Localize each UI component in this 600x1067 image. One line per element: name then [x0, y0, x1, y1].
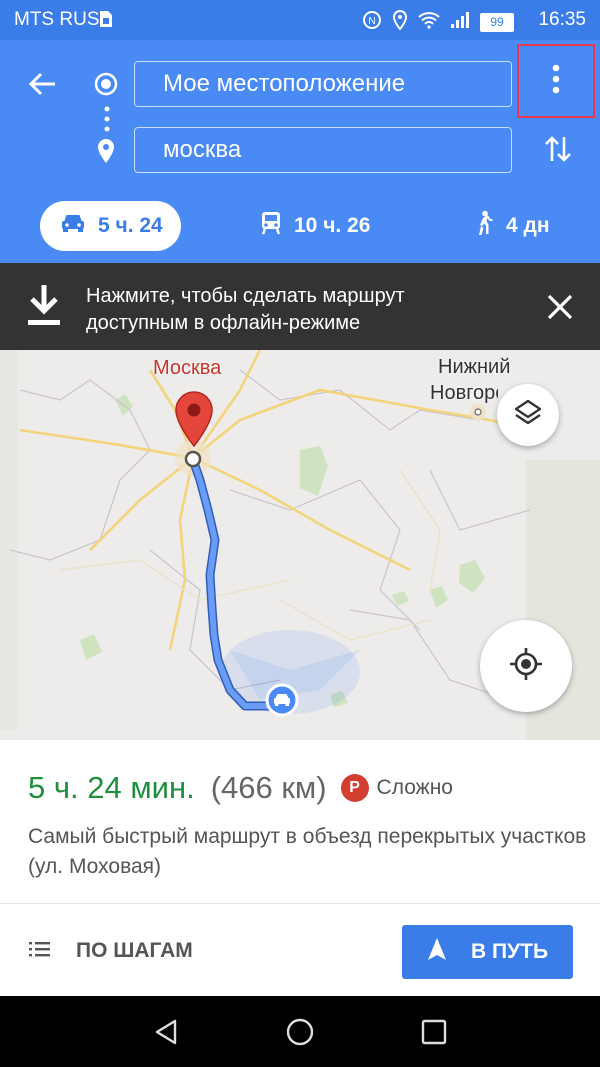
home-nav-icon[interactable] — [286, 1018, 314, 1051]
download-icon — [24, 283, 64, 334]
start-navigation-label: В ПУТЬ — [470, 940, 549, 963]
origin-dot-icon — [94, 72, 118, 101]
back-arrow-icon[interactable] — [26, 68, 58, 105]
steps-label: ПО ШАГАМ — [76, 939, 193, 962]
route-description: Самый быстрый маршрут в объезд перекрыты… — [28, 825, 587, 878]
my-location-icon — [509, 647, 543, 686]
carrier-name: MTS RUS — [14, 9, 100, 30]
status-bar: MTS RUS N 99 16:35 — [0, 0, 600, 40]
offline-banner-text: Нажмите, чтобы сделать маршрут доступным… — [86, 285, 405, 334]
mode-driving-label: 5 ч. 24 — [98, 214, 163, 237]
back-nav-icon[interactable] — [153, 1018, 179, 1051]
mode-driving[interactable]: 5 ч. 24 — [40, 201, 181, 251]
offline-banner[interactable]: Нажмите, чтобы сделать маршрут доступным… — [0, 263, 600, 350]
close-icon[interactable] — [546, 293, 574, 326]
sim-icon — [98, 10, 114, 33]
start-navigation-button[interactable]: В ПУТЬ — [402, 925, 573, 979]
traffic-badge-icon: P — [340, 774, 369, 802]
route-duration: 5 ч. 24 мин. — [28, 770, 195, 805]
navigation-arrow-icon — [427, 937, 447, 967]
map-label-nizhny-2: Новгород — [430, 382, 498, 404]
wifi-icon — [418, 11, 440, 34]
more-options-button[interactable] — [517, 44, 595, 118]
route-actions: ПО ШАГАМ В ПУТЬ — [0, 903, 600, 997]
walk-icon — [474, 210, 494, 242]
my-location-button[interactable] — [480, 620, 572, 712]
signal-icon — [450, 11, 470, 34]
battery-icon: 99 — [480, 13, 514, 32]
layers-button[interactable] — [497, 384, 559, 446]
location-icon — [392, 9, 408, 35]
list-icon — [28, 939, 52, 964]
destination-marker-icon[interactable] — [172, 390, 216, 455]
status-icons: N 99 — [362, 9, 514, 35]
directions-header: Мое местоположение москва 5 ч. 24 10 ч. … — [0, 40, 600, 263]
svg-text:N: N — [368, 16, 375, 27]
more-vert-icon — [552, 64, 560, 99]
current-position-icon — [265, 683, 299, 722]
map-view[interactable]: Москва Нижний Новгород — [0, 350, 600, 740]
system-nav-bar — [0, 996, 600, 1067]
mode-walking[interactable]: 4 дн — [474, 201, 550, 251]
nfc-icon: N — [362, 10, 382, 35]
route-distance: (466 км) — [210, 770, 327, 805]
car-icon — [60, 212, 86, 240]
destination-field[interactable]: москва — [134, 127, 512, 173]
layers-icon — [513, 398, 543, 433]
steps-button[interactable]: ПО ШАГАМ — [28, 928, 193, 974]
route-summary-line: 5 ч. 24 мин. (466 км) P Сложно — [28, 770, 453, 806]
route-connector-icon — [104, 106, 110, 139]
battery-level: 99 — [490, 15, 504, 29]
origin-field[interactable]: Мое местоположение — [134, 61, 512, 107]
swap-icon[interactable] — [544, 134, 572, 169]
traffic-status: Сложно — [376, 776, 453, 799]
mode-transit[interactable]: 10 ч. 26 — [260, 201, 370, 251]
recents-nav-icon[interactable] — [421, 1019, 447, 1050]
mode-walking-label: 4 дн — [506, 214, 550, 237]
transit-icon — [260, 211, 282, 241]
map-label-moscow: Москва — [153, 357, 222, 379]
destination-pin-icon — [96, 138, 116, 169]
clock: 16:35 — [538, 9, 586, 30]
mode-transit-label: 10 ч. 26 — [294, 214, 371, 237]
map-label-nizhny-1: Нижний — [438, 356, 511, 378]
